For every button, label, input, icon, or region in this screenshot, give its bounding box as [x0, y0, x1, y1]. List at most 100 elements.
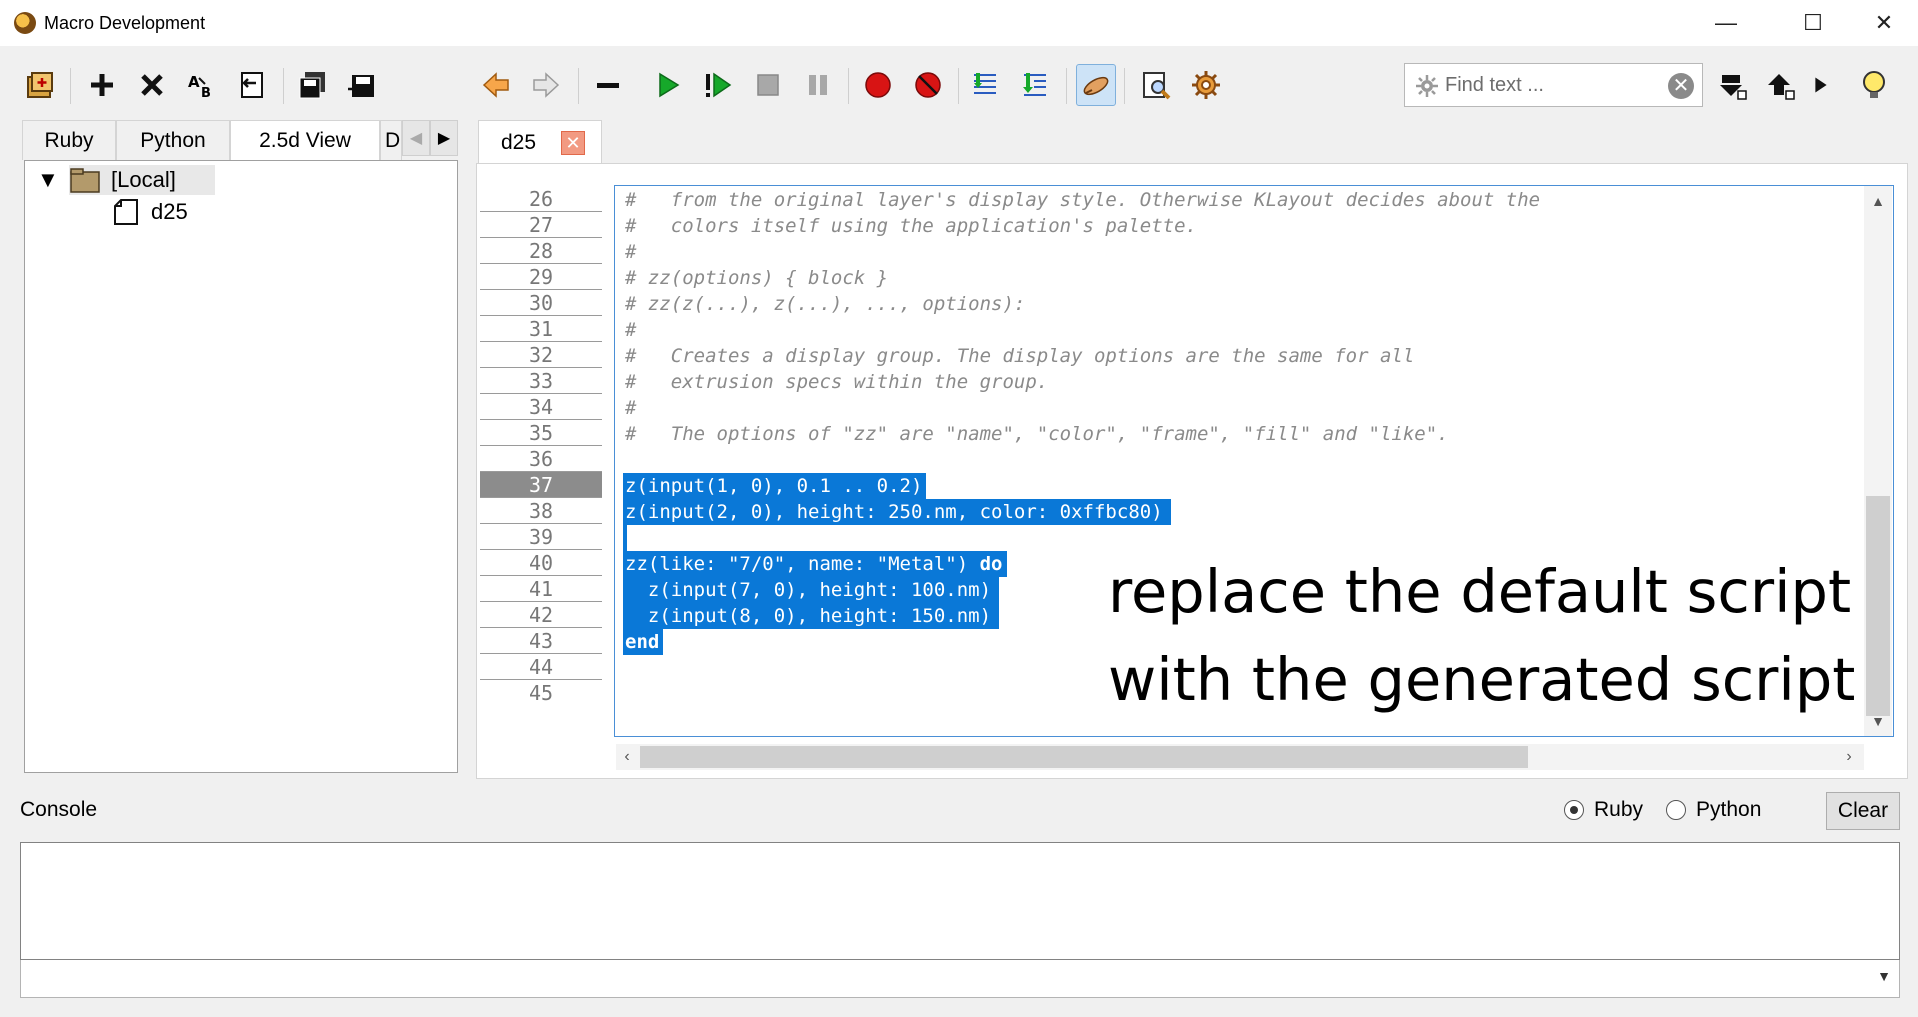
step-into-icon[interactable] — [966, 64, 1006, 106]
line-number: 45 — [528, 681, 554, 705]
line-number: 42 — [480, 602, 602, 628]
tab-python[interactable]: Python — [116, 120, 230, 160]
tab-scroll-left-icon[interactable]: ◀ — [402, 120, 430, 156]
tab-scroll-right-icon[interactable]: ▶ — [430, 120, 458, 156]
close-tab-icon[interactable]: ✕ — [561, 131, 585, 155]
tab-2-5d-view[interactable]: 2.5d View — [230, 120, 380, 160]
more-tools-icon[interactable] — [1806, 64, 1836, 106]
code-line: # — [625, 397, 637, 419]
scroll-up-icon[interactable]: ▲ — [1864, 188, 1892, 214]
file-icon — [114, 199, 138, 225]
line-number: 31 — [480, 316, 602, 342]
klayout-app-icon — [14, 12, 36, 34]
line-number: 44 — [480, 654, 602, 680]
console-clear-button[interactable]: Clear — [1826, 792, 1900, 830]
search-icon[interactable] — [1136, 64, 1176, 106]
radio-selected-icon[interactable] — [1564, 800, 1584, 820]
line-number: 27 — [480, 212, 602, 238]
svg-text:B: B — [201, 86, 211, 101]
breakpoint-icon[interactable] — [858, 64, 898, 106]
console-input[interactable]: ▼ — [20, 960, 1900, 998]
forward-icon[interactable] — [526, 64, 566, 106]
clear-breakpoints-icon[interactable] — [908, 64, 948, 106]
selected-code-line: z(input(1, 0), 0.1 .. 0.2) — [623, 473, 927, 499]
svg-text:A: A — [188, 73, 200, 91]
tree-item-local[interactable]: [Local] — [69, 165, 215, 195]
radio-label: Python — [1696, 798, 1762, 821]
save-icon[interactable] — [342, 64, 382, 106]
find-clear-icon[interactable]: ✕ — [1668, 73, 1694, 99]
tree-item-label: d25 — [151, 199, 188, 224]
tree-item-label: [Local] — [111, 167, 176, 192]
line-number: 38 — [480, 498, 602, 524]
close-button[interactable]: ✕ — [1852, 0, 1916, 46]
selected-code-line: end — [623, 629, 664, 655]
code-line: # zz(options) { block } — [625, 267, 889, 289]
horizontal-scroll-thumb[interactable] — [640, 746, 1528, 768]
code-text: zz(like: "7/0", name: "Metal") — [625, 553, 980, 575]
code-line: # The options of "zz" are "name", "color… — [625, 423, 1449, 445]
line-number: 33 — [480, 368, 602, 394]
code-line: # colors itself using the application's … — [625, 215, 1197, 237]
settings-icon[interactable] — [1186, 64, 1226, 106]
keyword-end: end — [625, 631, 660, 653]
run-from-icon[interactable] — [698, 64, 738, 106]
new-folder-icon[interactable] — [20, 64, 60, 106]
line-number: 26 — [480, 186, 602, 212]
radio-label: Ruby — [1594, 798, 1644, 821]
window-title: Macro Development — [44, 13, 206, 33]
scroll-left-icon[interactable]: ‹ — [616, 744, 638, 770]
add-icon[interactable] — [82, 64, 122, 106]
folder-icon — [70, 168, 100, 193]
annotation-text: replace the default script with the gene… — [1108, 548, 1888, 724]
save-all-icon[interactable] — [292, 64, 332, 106]
console-radio-python[interactable]: Python — [1666, 798, 1761, 822]
tree-item-d25[interactable]: d25 — [113, 197, 188, 227]
macro-tree: ▼ [Local] d25 — [24, 160, 458, 773]
find-previous-icon[interactable] — [1760, 64, 1800, 106]
selected-code-line — [623, 525, 627, 551]
console-output[interactable] — [20, 842, 1900, 960]
line-number: 43 — [480, 628, 602, 654]
console-label: Console — [20, 798, 98, 821]
tab-partial[interactable]: D — [380, 120, 402, 160]
minimize-button[interactable]: — — [1694, 0, 1758, 46]
keyword-do: do — [979, 553, 1003, 575]
run-icon[interactable] — [648, 64, 688, 106]
hint-lightbulb-icon[interactable] — [1854, 64, 1894, 106]
stop-icon[interactable] — [748, 64, 788, 106]
delete-icon[interactable] — [132, 64, 172, 106]
step-over-icon[interactable] — [1016, 64, 1056, 106]
line-number: 35 — [480, 420, 602, 446]
editor-tab-d25[interactable]: d25 ✕ — [478, 120, 602, 164]
horizontal-scrollbar[interactable]: ‹ › — [616, 744, 1864, 770]
eraser-icon[interactable] — [1076, 64, 1116, 106]
title-bar: Macro Development — ☐ ✕ — [0, 0, 1918, 46]
pause-icon[interactable] — [798, 64, 838, 106]
editor-tab-label: d25 — [501, 131, 537, 154]
line-number: 40 — [480, 550, 602, 576]
find-text-input[interactable] — [1445, 70, 1655, 100]
maximize-button[interactable]: ☐ — [1781, 0, 1845, 46]
find-text-box[interactable]: ✕ — [1404, 63, 1703, 107]
tree-expand-icon[interactable]: ▼ — [37, 165, 59, 195]
remove-line-icon[interactable] — [588, 64, 628, 106]
back-icon[interactable] — [476, 64, 516, 106]
line-number: 36 — [480, 446, 602, 472]
radio-unselected-icon[interactable] — [1666, 800, 1686, 820]
line-number: 39 — [480, 524, 602, 550]
tab-ruby[interactable]: Ruby — [22, 120, 116, 160]
code-line: # — [625, 319, 637, 341]
code-line: # extrusion specs within the group. — [625, 371, 1049, 393]
rename-icon[interactable]: AB — [182, 64, 222, 106]
selected-code-line: z(input(7, 0), height: 100.nm) — [623, 577, 1000, 603]
find-next-icon[interactable] — [1712, 64, 1752, 106]
selected-code-line: z(input(2, 0), height: 250.nm, color: 0x… — [623, 499, 1171, 525]
console-radio-ruby[interactable]: Ruby — [1564, 798, 1643, 822]
line-number: 29 — [480, 264, 602, 290]
find-options-gear-icon[interactable] — [1415, 74, 1439, 98]
import-icon[interactable] — [232, 64, 272, 106]
scroll-right-icon[interactable]: › — [1838, 744, 1860, 770]
current-line-number: 37 — [480, 472, 602, 498]
history-dropdown-icon[interactable]: ▼ — [1877, 968, 1891, 984]
